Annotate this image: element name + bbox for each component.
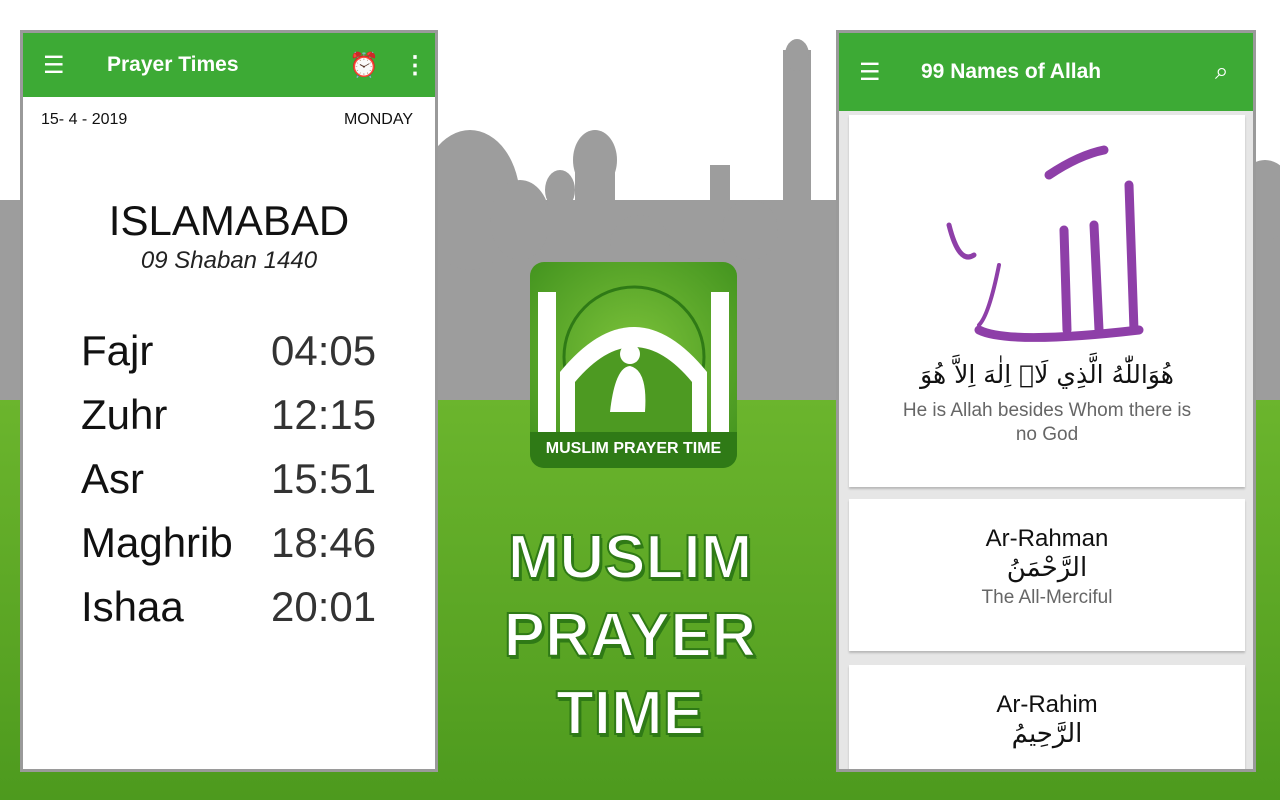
city-name: ISLAMABAD xyxy=(108,197,350,244)
names-of-allah-screen: ☰ 99 Names of Allah ⌕ هُوَاللّٰهُ الَّذِ… xyxy=(836,30,1256,772)
menu-icon[interactable]: ☰ xyxy=(43,51,65,80)
allah-calligraphy xyxy=(946,145,1144,342)
prayer-time: 04:05 xyxy=(271,327,377,374)
prayer-name: Asr xyxy=(81,455,144,502)
prayer-row-maghrib: Maghrib 18:46 xyxy=(81,511,435,575)
app-logo: MUSLIM PRAYER TIME xyxy=(530,262,737,468)
name-card-ar-rahim[interactable]: Ar-Rahim الرَّحِيمُ xyxy=(849,665,1245,769)
app-bar: ☰ 99 Names of Allah ⌕ xyxy=(839,33,1253,111)
mosque-clock-icon xyxy=(530,285,737,468)
prayer-times-screen: ☰ Prayer Times ⏰ ⋮ 15- 4 - 2019 MONDAY I… xyxy=(20,30,438,772)
headline-line-2: PRAYER xyxy=(503,600,758,671)
app-title: Prayer Times xyxy=(107,53,239,76)
headline-line-3: TIME xyxy=(555,678,705,749)
prayer-name: Maghrib xyxy=(81,519,233,566)
gregorian-date: 15- 4 - 2019 xyxy=(41,111,128,128)
intro-translation: He is Allah besides Whom there is no God xyxy=(902,400,1192,445)
weekday: MONDAY xyxy=(343,111,413,128)
prayer-row-ishaa: Ishaa 20:01 xyxy=(81,575,435,639)
name-arabic: الرَّحِيمُ xyxy=(1011,719,1083,749)
prayer-time: 20:01 xyxy=(271,583,377,630)
prayer-name: Zuhr xyxy=(81,391,168,438)
app-bar: ☰ Prayer Times ⏰ ⋮ xyxy=(23,33,435,97)
alarm-icon[interactable]: ⏰ xyxy=(349,51,379,80)
prayer-row-fajr: Fajr 04:05 xyxy=(81,319,435,383)
prayer-time: 12:15 xyxy=(271,391,377,438)
headline-line-1: MUSLIM xyxy=(507,522,754,593)
name-meaning: The All-Merciful xyxy=(981,587,1113,608)
prayer-name: Ishaa xyxy=(81,583,184,630)
intro-card[interactable]: هُوَاللّٰهُ الَّذِي لَاۤ اِلٰهَ اِلاَّ ه… xyxy=(849,115,1245,487)
name-card-ar-rahman[interactable]: Ar-Rahman الرَّحْمَنُ The All-Merciful xyxy=(849,499,1245,651)
intro-arabic: هُوَاللّٰهُ الَّذِي لَاۤ اِلٰهَ اِلاَّ ه… xyxy=(920,360,1174,389)
logo-label: MUSLIM PRAYER TIME xyxy=(545,440,722,457)
prayer-time: 18:46 xyxy=(271,519,377,566)
more-vert-icon[interactable]: ⋮ xyxy=(403,51,427,80)
prayer-times-list: Fajr 04:05 Zuhr 12:15 Asr 15:51 Maghrib 18:4… xyxy=(23,319,435,639)
prayer-row-asr: Asr 15:51 xyxy=(81,447,435,511)
app-title: 99 Names of Allah xyxy=(921,60,1102,83)
name-transliteration: Ar-Rahim xyxy=(996,691,1098,718)
name-arabic: الرَّحْمَنُ xyxy=(1006,553,1088,583)
prayer-time: 15:51 xyxy=(271,455,377,502)
prayer-row-zuhr: Zuhr 12:15 xyxy=(81,383,435,447)
name-transliteration: Ar-Rahman xyxy=(985,525,1109,552)
search-icon[interactable]: ⌕ xyxy=(1215,58,1228,86)
hijri-date: 09 Shaban 1440 xyxy=(140,247,318,274)
menu-icon[interactable]: ☰ xyxy=(859,58,881,87)
prayer-name: Fajr xyxy=(81,327,154,374)
